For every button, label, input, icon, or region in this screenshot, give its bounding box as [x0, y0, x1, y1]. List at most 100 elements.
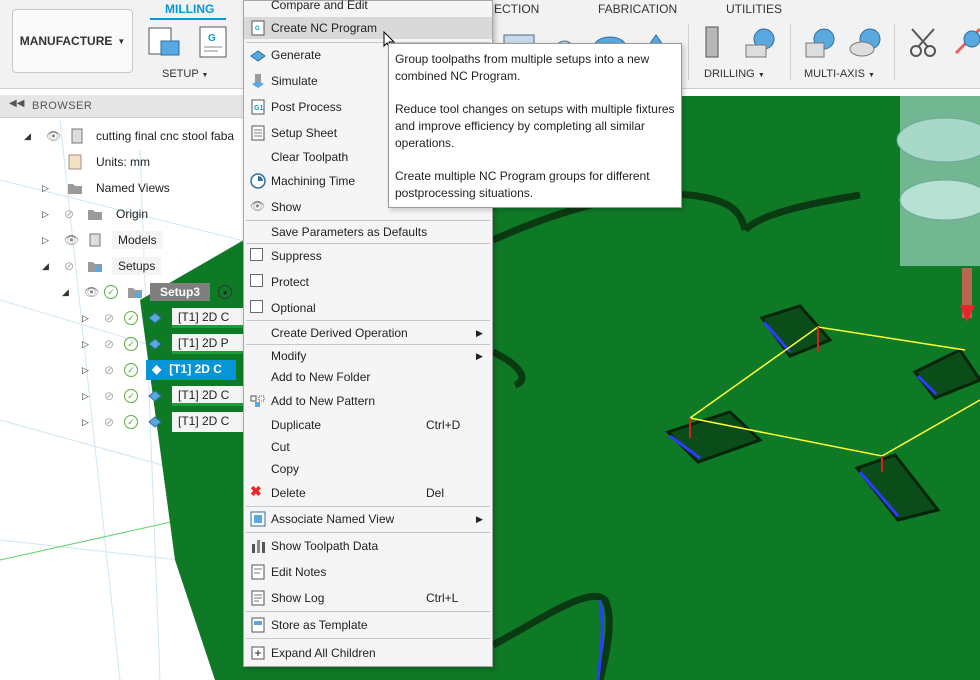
nc-program-icon: G — [251, 20, 265, 36]
eye-icon: 👁 — [250, 199, 266, 213]
collapsed-arrow-icon[interactable]: ▷ — [82, 391, 94, 402]
collapsed-arrow-icon[interactable]: ▷ — [42, 183, 54, 194]
swarf-icon[interactable] — [848, 25, 884, 61]
toolbar-separator — [688, 24, 689, 80]
menu-separator — [246, 638, 490, 639]
tooltip-paragraph: Reduce tool changes on setups with multi… — [395, 102, 675, 150]
menu-item-copy[interactable]: Copy — [244, 458, 492, 480]
collapsed-arrow-icon[interactable]: ▷ — [82, 365, 94, 376]
collapsed-arrow-icon[interactable]: ▷ — [82, 313, 94, 324]
tree-operation-selected[interactable]: ▷ ⊘ ✓ ◆ [T1] 2D C — [82, 359, 236, 381]
setup-sheet-icon — [251, 125, 265, 141]
expand-icon — [251, 646, 265, 660]
collapsed-arrow-icon[interactable]: ▷ — [42, 235, 54, 246]
expanded-arrow-icon[interactable]: ◢ — [42, 261, 54, 272]
active-tab-indicator — [150, 18, 226, 20]
tree-operation[interactable]: ▷ ⊘ ✓ [T1] 2D P — [82, 333, 248, 355]
new-setup-icon[interactable] — [147, 25, 183, 61]
tree-operation[interactable]: ▷ ⊘ ✓ [T1] 2D C — [82, 307, 248, 329]
tree-origin[interactable]: ▷ ⊘ Origin — [42, 203, 148, 225]
menu-item-suppress[interactable]: Suppress — [244, 245, 492, 267]
tab-fabrication[interactable]: FABRICATION — [598, 2, 677, 16]
menu-separator — [246, 243, 490, 244]
menu-item-expand-all-children[interactable]: Expand All Children — [244, 642, 492, 664]
shortcut-show-log: Ctrl+L — [426, 591, 459, 605]
svg-text:G: G — [208, 33, 216, 44]
models-label: Models — [112, 231, 163, 249]
menu-item-duplicate[interactable]: Duplicate Ctrl+D — [244, 414, 492, 436]
menu-item-protect[interactable]: Protect — [244, 271, 492, 293]
multi-axis-contour-icon[interactable] — [802, 25, 838, 61]
toolbar-separator — [790, 24, 791, 80]
valid-check-icon: ✓ — [124, 415, 138, 429]
tab-milling[interactable]: MILLING — [165, 2, 214, 16]
hidden-eye-icon[interactable]: ⊘ — [104, 311, 124, 325]
collapsed-arrow-icon[interactable]: ▷ — [82, 417, 94, 428]
hidden-eye-icon[interactable]: ⊘ — [104, 389, 124, 403]
menu-item-create-derived-operation[interactable]: Create Derived Operation ▶ — [244, 322, 492, 344]
tree-operation[interactable]: ▷ ⊘ ✓ [T1] 2D C — [82, 385, 248, 407]
operation-icon: ◆ — [152, 361, 162, 376]
multi-axis-group-label[interactable]: MULTI-AXIS ▼ — [804, 68, 875, 80]
menu-item-cut[interactable]: Cut — [244, 436, 492, 458]
menu-item-add-to-new-pattern[interactable]: Add to New Pattern — [244, 390, 492, 412]
menu-item-show-log[interactable]: Show Log Ctrl+L — [244, 587, 492, 609]
operation-label: [T1] 2D P — [172, 334, 248, 354]
menu-separator — [246, 611, 490, 612]
tree-root[interactable]: ◢ 👁 cutting final cnc stool faba — [24, 125, 234, 147]
expanded-arrow-icon[interactable]: ◢ — [24, 131, 36, 142]
models-icon — [89, 233, 101, 247]
post-process-icon: G1 — [251, 99, 265, 115]
trim-icon[interactable] — [952, 25, 980, 61]
tree-named-views[interactable]: ▷ Named Views — [42, 177, 170, 199]
hole-recognition-icon[interactable] — [742, 25, 778, 61]
expanded-arrow-icon[interactable]: ◢ — [62, 287, 74, 298]
hidden-eye-icon[interactable]: ⊘ — [104, 415, 124, 429]
checkbox-icon[interactable] — [250, 248, 263, 261]
tree-models[interactable]: ▷ 👁 Models — [42, 229, 163, 251]
menu-item-compare-edit[interactable]: Compare and Edit — [244, 0, 492, 16]
operation-label: [T1] 2D C — [172, 412, 248, 432]
scissors-icon[interactable] — [906, 25, 942, 61]
setup-group-label[interactable]: SETUP ▼ — [162, 68, 208, 80]
menu-item-associate-named-view[interactable]: Associate Named View ▶ — [244, 508, 492, 530]
menu-item-create-nc-program[interactable]: G Create NC Program — [244, 17, 492, 39]
workspace-switcher-button[interactable]: MANUFACTURE ▼ — [12, 9, 133, 73]
delete-x-icon: ✖ — [250, 483, 262, 499]
menu-item-add-to-new-folder[interactable]: Add to New Folder — [244, 366, 492, 388]
active-radio-icon[interactable]: ● — [218, 285, 233, 299]
hidden-eye-icon[interactable]: ⊘ — [104, 363, 124, 377]
menu-item-modify[interactable]: Modify ▶ — [244, 345, 492, 367]
visibility-eye-icon[interactable]: 👁 — [64, 233, 84, 247]
folder-icon — [68, 184, 82, 194]
hidden-eye-icon[interactable]: ⊘ — [64, 259, 84, 273]
chevron-down-icon: ▼ — [117, 36, 126, 46]
tree-operation[interactable]: ▷ ⊘ ✓ [T1] 2D C — [82, 411, 248, 433]
operation-icon — [148, 312, 162, 324]
named-view-icon — [250, 511, 266, 527]
collapsed-arrow-icon[interactable]: ▷ — [42, 209, 54, 220]
drill-icon[interactable] — [694, 25, 730, 61]
visibility-eye-icon[interactable]: 👁 — [84, 285, 104, 299]
generate-icon — [250, 50, 266, 62]
tree-units[interactable]: Units: mm — [64, 151, 150, 173]
menu-item-delete[interactable]: ✖ Delete Del — [244, 482, 492, 504]
visibility-eye-icon[interactable]: 👁 — [46, 129, 66, 143]
menu-item-store-as-template[interactable]: Store as Template — [244, 614, 492, 636]
tab-utilities[interactable]: UTILITIES — [726, 2, 782, 16]
tree-setups[interactable]: ◢ ⊘ Setups — [42, 255, 162, 277]
tree-setup3[interactable]: ◢ 👁 ✓ Setup3 ● — [62, 281, 233, 303]
menu-item-show-toolpath-data[interactable]: Show Toolpath Data — [244, 535, 492, 557]
checkbox-icon[interactable] — [250, 274, 263, 287]
collapse-panel-icon[interactable]: ◀◀ — [9, 98, 24, 109]
drilling-group-label[interactable]: DRILLING ▼ — [704, 68, 765, 80]
menu-item-optional[interactable]: Optional — [244, 297, 492, 319]
checkbox-icon[interactable] — [250, 300, 263, 313]
menu-item-edit-notes[interactable]: Edit Notes — [244, 561, 492, 583]
hidden-eye-icon[interactable]: ⊘ — [104, 337, 124, 351]
hidden-eye-icon[interactable]: ⊘ — [64, 207, 84, 221]
chevron-down-icon: ▼ — [757, 72, 765, 79]
menu-item-save-parameters[interactable]: Save Parameters as Defaults — [244, 221, 492, 243]
nc-program-icon[interactable]: G — [196, 25, 232, 61]
collapsed-arrow-icon[interactable]: ▷ — [82, 339, 94, 350]
